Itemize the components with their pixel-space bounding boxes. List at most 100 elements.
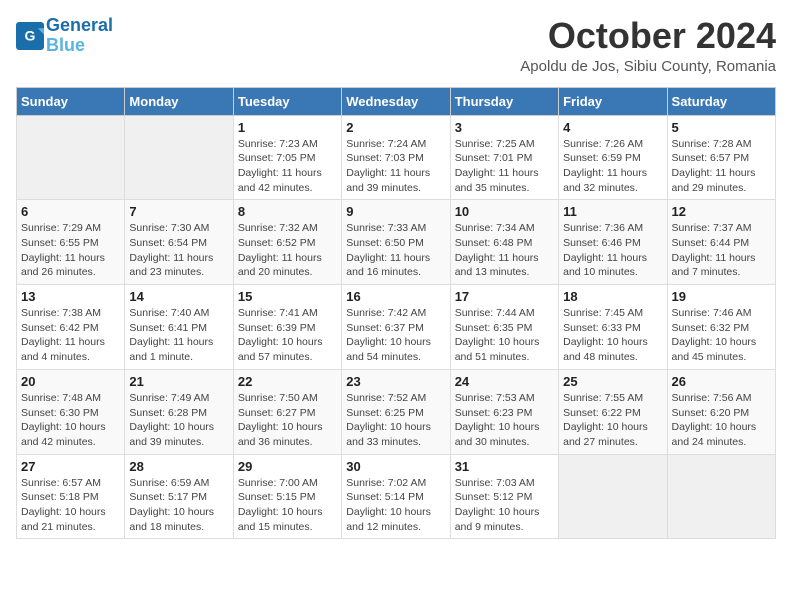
day-info: Sunrise: 6:59 AM Sunset: 5:17 PM Dayligh… — [129, 476, 228, 535]
logo-text: General Blue — [46, 16, 113, 56]
day-info: Sunrise: 7:56 AM Sunset: 6:20 PM Dayligh… — [672, 391, 771, 450]
calendar-cell: 2 Sunrise: 7:24 AM Sunset: 7:03 PM Daylig… — [342, 115, 450, 200]
day-number: 14 — [129, 289, 228, 304]
calendar-cell: 17Sunrise: 7:44 AM Sunset: 6:35 PM Dayli… — [450, 285, 558, 370]
calendar-cell: 12 Sunrise: 7:37 AM Sunset: 6:44 PM Dayli… — [667, 200, 775, 285]
day-number: 10 — [455, 204, 554, 219]
svg-text:G: G — [25, 27, 36, 43]
month-title: October 2024 — [520, 16, 776, 56]
day-info: Sunrise: 7:42 AM Sunset: 6:37 PM Dayligh… — [346, 306, 445, 365]
day-number: 25 — [563, 374, 662, 389]
calendar-cell: 1 Sunrise: 7:23 AM Sunset: 7:05 PM Daylig… — [233, 115, 341, 200]
day-number: 2 — [346, 120, 445, 135]
logo-line2: Blue — [46, 35, 85, 55]
calendar-cell: 20Sunrise: 7:48 AM Sunset: 6:30 PM Dayli… — [17, 369, 125, 454]
day-number: 15 — [238, 289, 337, 304]
day-info: Sunrise: 7:29 AM Sunset: 6:55 PM Dayligh… — [21, 221, 120, 280]
day-info: Sunrise: 7:48 AM Sunset: 6:30 PM Dayligh… — [21, 391, 120, 450]
day-info: Sunrise: 7:52 AM Sunset: 6:25 PM Dayligh… — [346, 391, 445, 450]
calendar-cell: 16 Sunrise: 7:42 AM Sunset: 6:37 PM Dayli… — [342, 285, 450, 370]
day-number: 16 — [346, 289, 445, 304]
day-info: Sunrise: 7:37 AM Sunset: 6:44 PM Dayligh… — [672, 221, 771, 280]
calendar-cell — [667, 454, 775, 539]
page-header: G General Blue October 2024 Apoldu de Jo… — [16, 16, 776, 75]
day-number: 19 — [672, 289, 771, 304]
logo-line1: General — [46, 15, 113, 35]
day-info: Sunrise: 7:46 AM Sunset: 6:32 PM Dayligh… — [672, 306, 771, 365]
day-number: 31 — [455, 459, 554, 474]
calendar-cell: 11Sunrise: 7:36 AM Sunset: 6:46 PM Dayli… — [559, 200, 667, 285]
day-number: 8 — [238, 204, 337, 219]
column-header-tuesday: Tuesday — [233, 87, 341, 115]
calendar-cell — [17, 115, 125, 200]
day-number: 12 — [672, 204, 771, 219]
column-header-thursday: Thursday — [450, 87, 558, 115]
day-number: 13 — [21, 289, 120, 304]
logo: G General Blue — [16, 16, 113, 56]
calendar-cell: 14 Sunrise: 7:40 AM Sunset: 6:41 PM Dayli… — [125, 285, 233, 370]
day-info: Sunrise: 7:45 AM Sunset: 6:33 PM Dayligh… — [563, 306, 662, 365]
calendar-week-1: 1 Sunrise: 7:23 AM Sunset: 7:05 PM Daylig… — [17, 115, 776, 200]
calendar-cell: 4 Sunrise: 7:26 AM Sunset: 6:59 PM Daylig… — [559, 115, 667, 200]
calendar-cell: 5 Sunrise: 7:28 AM Sunset: 6:57 PM Daylig… — [667, 115, 775, 200]
day-info: Sunrise: 7:41 AM Sunset: 6:39 PM Dayligh… — [238, 306, 337, 365]
day-info: Sunrise: 7:53 AM Sunset: 6:23 PM Dayligh… — [455, 391, 554, 450]
day-info: Sunrise: 7:50 AM Sunset: 6:27 PM Dayligh… — [238, 391, 337, 450]
calendar-cell: 31 Sunrise: 7:03 AM Sunset: 5:12 PM Dayli… — [450, 454, 558, 539]
calendar-cell: 18 Sunrise: 7:45 AM Sunset: 6:33 PM Dayli… — [559, 285, 667, 370]
title-block: October 2024 Apoldu de Jos, Sibiu County… — [520, 16, 776, 75]
calendar-cell: 24 Sunrise: 7:53 AM Sunset: 6:23 PM Dayli… — [450, 369, 558, 454]
calendar-cell: 9Sunrise: 7:33 AM Sunset: 6:50 PM Daylig… — [342, 200, 450, 285]
calendar-cell: 3Sunrise: 7:25 AM Sunset: 7:01 PM Daylig… — [450, 115, 558, 200]
day-info: Sunrise: 7:00 AM Sunset: 5:15 PM Dayligh… — [238, 476, 337, 535]
column-header-saturday: Saturday — [667, 87, 775, 115]
calendar-cell: 7Sunrise: 7:30 AM Sunset: 6:54 PM Daylig… — [125, 200, 233, 285]
day-info: Sunrise: 7:34 AM Sunset: 6:48 PM Dayligh… — [455, 221, 554, 280]
calendar-cell: 28 Sunrise: 6:59 AM Sunset: 5:17 PM Dayli… — [125, 454, 233, 539]
day-number: 18 — [563, 289, 662, 304]
calendar-week-5: 27 Sunrise: 6:57 AM Sunset: 5:18 PM Dayli… — [17, 454, 776, 539]
calendar-cell: 8 Sunrise: 7:32 AM Sunset: 6:52 PM Daylig… — [233, 200, 341, 285]
day-info: Sunrise: 7:30 AM Sunset: 6:54 PM Dayligh… — [129, 221, 228, 280]
day-info: Sunrise: 6:57 AM Sunset: 5:18 PM Dayligh… — [21, 476, 120, 535]
day-info: Sunrise: 7:28 AM Sunset: 6:57 PM Dayligh… — [672, 137, 771, 196]
day-info: Sunrise: 7:40 AM Sunset: 6:41 PM Dayligh… — [129, 306, 228, 365]
day-info: Sunrise: 7:24 AM Sunset: 7:03 PM Dayligh… — [346, 137, 445, 196]
day-number: 22 — [238, 374, 337, 389]
day-info: Sunrise: 7:03 AM Sunset: 5:12 PM Dayligh… — [455, 476, 554, 535]
calendar-cell: 13 Sunrise: 7:38 AM Sunset: 6:42 PM Dayli… — [17, 285, 125, 370]
logo-icon: G — [16, 22, 44, 50]
calendar-week-3: 13 Sunrise: 7:38 AM Sunset: 6:42 PM Dayli… — [17, 285, 776, 370]
day-number: 5 — [672, 120, 771, 135]
day-number: 4 — [563, 120, 662, 135]
day-info: Sunrise: 7:55 AM Sunset: 6:22 PM Dayligh… — [563, 391, 662, 450]
column-header-wednesday: Wednesday — [342, 87, 450, 115]
day-number: 3 — [455, 120, 554, 135]
day-number: 26 — [672, 374, 771, 389]
day-number: 24 — [455, 374, 554, 389]
calendar-week-2: 6Sunrise: 7:29 AM Sunset: 6:55 PM Daylig… — [17, 200, 776, 285]
day-number: 28 — [129, 459, 228, 474]
calendar-cell: 15 Sunrise: 7:41 AM Sunset: 6:39 PM Dayli… — [233, 285, 341, 370]
day-number: 27 — [21, 459, 120, 474]
calendar-cell: 22 Sunrise: 7:50 AM Sunset: 6:27 PM Dayli… — [233, 369, 341, 454]
calendar-table: SundayMondayTuesdayWednesdayThursdayFrid… — [16, 87, 776, 540]
day-number: 17 — [455, 289, 554, 304]
calendar-cell: 27 Sunrise: 6:57 AM Sunset: 5:18 PM Dayli… — [17, 454, 125, 539]
calendar-cell: 23Sunrise: 7:52 AM Sunset: 6:25 PM Dayli… — [342, 369, 450, 454]
calendar-header-row: SundayMondayTuesdayWednesdayThursdayFrid… — [17, 87, 776, 115]
calendar-cell: 6Sunrise: 7:29 AM Sunset: 6:55 PM Daylig… — [17, 200, 125, 285]
day-info: Sunrise: 7:23 AM Sunset: 7:05 PM Dayligh… — [238, 137, 337, 196]
day-info: Sunrise: 7:33 AM Sunset: 6:50 PM Dayligh… — [346, 221, 445, 280]
location: Apoldu de Jos, Sibiu County, Romania — [520, 58, 776, 75]
day-number: 29 — [238, 459, 337, 474]
calendar-cell: 29 Sunrise: 7:00 AM Sunset: 5:15 PM Dayli… — [233, 454, 341, 539]
day-info: Sunrise: 7:38 AM Sunset: 6:42 PM Dayligh… — [21, 306, 120, 365]
day-number: 11 — [563, 204, 662, 219]
calendar-cell: 26 Sunrise: 7:56 AM Sunset: 6:20 PM Dayli… — [667, 369, 775, 454]
day-info: Sunrise: 7:32 AM Sunset: 6:52 PM Dayligh… — [238, 221, 337, 280]
calendar-cell: 19 Sunrise: 7:46 AM Sunset: 6:32 PM Dayli… — [667, 285, 775, 370]
calendar-cell: 21Sunrise: 7:49 AM Sunset: 6:28 PM Dayli… — [125, 369, 233, 454]
day-number: 1 — [238, 120, 337, 135]
day-info: Sunrise: 7:26 AM Sunset: 6:59 PM Dayligh… — [563, 137, 662, 196]
